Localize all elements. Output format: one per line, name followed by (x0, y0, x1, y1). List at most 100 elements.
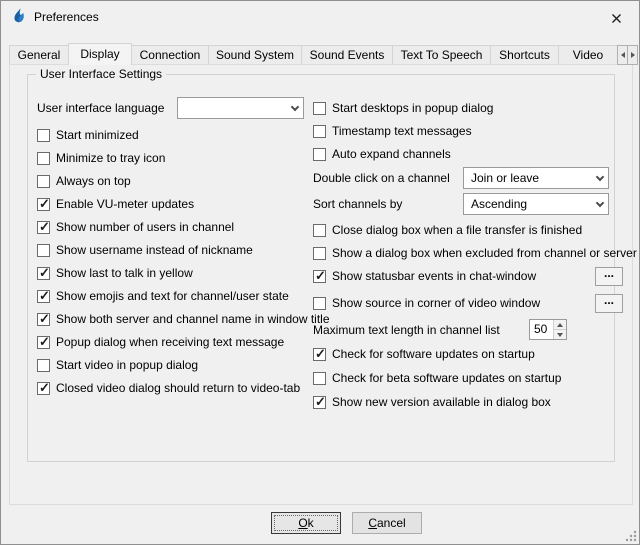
cancel-button-label: Cancel (353, 513, 421, 533)
cancel-button[interactable]: Cancel (352, 512, 422, 534)
checkbox-box[interactable] (37, 129, 50, 142)
tab-general[interactable]: General (9, 45, 69, 64)
checkbox-video-popup[interactable]: Start video in popup dialog (37, 356, 337, 374)
checkbox-label: Show statusbar events in chat-window (332, 269, 536, 283)
video-source-more-button[interactable]: ... (595, 294, 623, 313)
checkbox-new-version-dialog[interactable]: Show new version available in dialog box (313, 393, 635, 411)
checkbox-box[interactable] (37, 336, 50, 349)
spinbox-value[interactable]: 50 (530, 320, 553, 339)
checkbox-label: Timestamp text messages (332, 124, 472, 138)
checkbox-video-return-tab[interactable]: Closed video dialog should return to vid… (37, 379, 337, 397)
checkbox-beta-updates[interactable]: Check for beta software updates on start… (313, 369, 635, 387)
tab-video[interactable]: Video (558, 45, 618, 64)
tab-scroll-right-button[interactable] (627, 45, 638, 65)
max-text-length-label: Maximum text length in channel list (313, 323, 500, 337)
group-title: User Interface Settings (36, 67, 166, 81)
checkbox-label: Show source in corner of video window (332, 296, 540, 310)
language-label: User interface language (37, 101, 164, 115)
checkbox-server-channel-title[interactable]: Show both server and channel name in win… (37, 310, 337, 328)
checkbox-label: Check for beta software updates on start… (332, 371, 561, 385)
tab-display[interactable]: Display (68, 43, 132, 65)
checkbox-always-on-top[interactable]: Always on top (37, 172, 337, 190)
tab-scroll-control (618, 45, 638, 65)
checkbox-box[interactable] (313, 348, 326, 361)
checkbox-vu-meter-updates[interactable]: Enable VU-meter updates (37, 195, 337, 213)
language-combobox[interactable] (177, 97, 304, 119)
tab-connection[interactable]: Connection (131, 45, 209, 64)
left-column: User interface language Start minimized … (37, 97, 337, 407)
checkbox-box[interactable] (37, 152, 50, 165)
checkbox-label: Popup dialog when receiving text message (56, 335, 284, 349)
statusbar-events-more-button[interactable]: ... (595, 267, 623, 286)
chevron-up-icon (557, 323, 563, 327)
chevron-down-icon (286, 98, 303, 118)
right-column: Start desktops in popup dialog Timestamp… (313, 97, 635, 417)
checkbox-label: Show both server and channel name in win… (56, 312, 330, 326)
chevron-down-icon (557, 333, 563, 337)
checkbox-box[interactable] (313, 224, 326, 237)
checkbox-minimize-to-tray[interactable]: Minimize to tray icon (37, 149, 337, 167)
checkbox-software-updates[interactable]: Check for software updates on startup (313, 345, 635, 363)
checkbox-box[interactable] (313, 270, 326, 283)
checkbox-box[interactable] (37, 313, 50, 326)
checkbox-box[interactable] (37, 244, 50, 257)
chevron-down-icon (591, 168, 608, 188)
checkbox-box[interactable] (313, 102, 326, 115)
tab-shortcuts[interactable]: Shortcuts (490, 45, 559, 64)
checkbox-box[interactable] (37, 175, 50, 188)
checkbox-box[interactable] (313, 247, 326, 260)
double-click-combobox[interactable]: Join or leave (463, 167, 609, 189)
checkbox-desktops-popup[interactable]: Start desktops in popup dialog (313, 99, 635, 117)
checkbox-emojis-text-state[interactable]: Show emojis and text for channel/user st… (37, 287, 337, 305)
checkbox-label: Closed video dialog should return to vid… (56, 381, 300, 395)
max-text-length-spinbox[interactable]: 50 (529, 319, 567, 340)
checkbox-close-on-transfer[interactable]: Close dialog box when a file transfer is… (313, 221, 635, 239)
close-button[interactable] (605, 9, 627, 27)
preferences-window: Preferences General Display Connection S… (0, 0, 640, 545)
checkbox-box[interactable] (37, 290, 50, 303)
ok-button[interactable]: Ok (271, 512, 341, 534)
checkbox-excluded-dialog[interactable]: Show a dialog box when excluded from cha… (313, 244, 635, 262)
checkbox-label: Always on top (56, 174, 131, 188)
checkbox-box[interactable] (313, 125, 326, 138)
checkbox-label: Start desktops in popup dialog (332, 101, 493, 115)
checkbox-box[interactable] (313, 297, 326, 310)
checkbox-statusbar-events[interactable]: Show statusbar events in chat-window ... (313, 267, 635, 285)
combobox-value: Ascending (464, 197, 591, 211)
checkbox-box[interactable] (37, 221, 50, 234)
checkbox-timestamp-messages[interactable]: Timestamp text messages (313, 122, 635, 140)
spin-down-button[interactable] (554, 330, 566, 339)
titlebar: Preferences (1, 1, 639, 32)
checkbox-box[interactable] (37, 382, 50, 395)
checkbox-start-minimized[interactable]: Start minimized (37, 126, 337, 144)
chevron-down-icon (591, 194, 608, 214)
double-click-label: Double click on a channel (313, 171, 450, 185)
checkbox-label: Auto expand channels (332, 147, 451, 161)
checkbox-box[interactable] (313, 372, 326, 385)
checkbox-show-user-count[interactable]: Show number of users in channel (37, 218, 337, 236)
tab-text-to-speech[interactable]: Text To Speech (392, 45, 491, 64)
checkbox-box[interactable] (37, 198, 50, 211)
checkbox-video-source-corner[interactable]: Show source in corner of video window ..… (313, 294, 635, 312)
checkbox-label: Show username instead of nickname (56, 243, 253, 257)
checkbox-label: Show a dialog box when excluded from cha… (332, 246, 637, 260)
checkbox-label: Close dialog box when a file transfer is… (332, 223, 582, 237)
checkbox-label: Enable VU-meter updates (56, 197, 194, 211)
checkbox-box[interactable] (313, 148, 326, 161)
tab-sound-system[interactable]: Sound System (208, 45, 302, 64)
checkbox-auto-expand-channels[interactable]: Auto expand channels (313, 145, 635, 163)
checkbox-popup-text-message[interactable]: Popup dialog when receiving text message (37, 333, 337, 351)
sort-channels-combobox[interactable]: Ascending (463, 193, 609, 215)
checkbox-last-talk-yellow[interactable]: Show last to talk in yellow (37, 264, 337, 282)
tab-sound-events[interactable]: Sound Events (301, 45, 393, 64)
checkbox-box[interactable] (37, 359, 50, 372)
checkbox-box[interactable] (37, 267, 50, 280)
checkbox-box[interactable] (313, 396, 326, 409)
teamtalk-logo-icon (11, 8, 27, 24)
checkbox-label: Check for software updates on startup (332, 347, 535, 361)
checkbox-show-username[interactable]: Show username instead of nickname (37, 241, 337, 259)
resize-grip-icon[interactable] (624, 529, 637, 542)
checkbox-label: Show emojis and text for channel/user st… (56, 289, 289, 303)
spin-up-button[interactable] (554, 320, 566, 330)
checkbox-label: Minimize to tray icon (56, 151, 165, 165)
